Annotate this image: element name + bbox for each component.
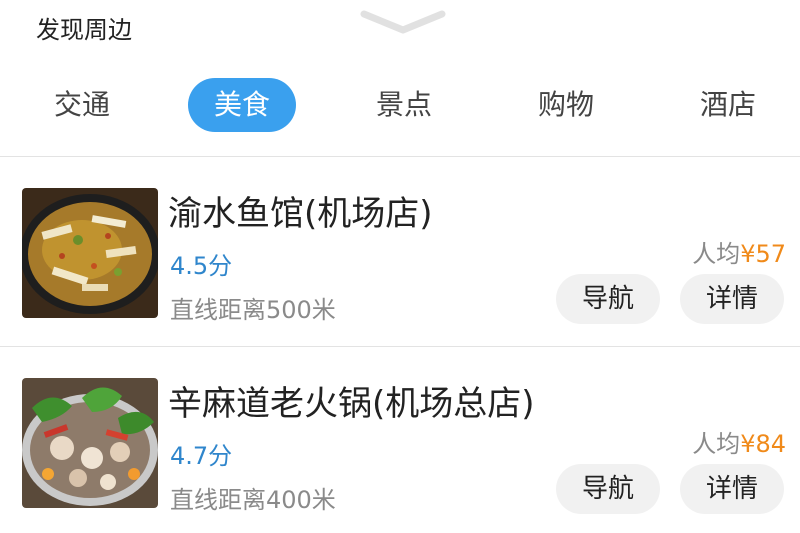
list-item[interactable]: 辛麻道老火锅(机场总店) 4.7分 直线距离400米 人均¥84 导航 详情 bbox=[0, 364, 800, 524]
collapse-chevron-icon[interactable] bbox=[360, 10, 446, 34]
restaurant-distance: 直线距离400米 bbox=[170, 486, 336, 514]
nearby-panel: 发现周边 交通 美食 景点 购物 酒店 渝水鱼馆(机场店) 4.5分 直线距离5… bbox=[0, 0, 800, 533]
navigate-button[interactable]: 导航 bbox=[556, 464, 660, 514]
restaurant-rating: 4.5分 bbox=[170, 252, 233, 280]
restaurant-name[interactable]: 渝水鱼馆(机场店) bbox=[168, 192, 433, 236]
list-divider bbox=[0, 346, 800, 347]
tab-shopping[interactable]: 购物 bbox=[518, 78, 614, 132]
restaurant-distance: 直线距离500米 bbox=[170, 296, 336, 324]
restaurant-rating: 4.7分 bbox=[170, 442, 233, 470]
restaurant-price: 人均¥57 bbox=[692, 238, 786, 270]
panel-title: 发现周边 bbox=[36, 16, 132, 44]
navigate-button[interactable]: 导航 bbox=[556, 274, 660, 324]
price-amount: ¥57 bbox=[740, 240, 786, 268]
restaurant-name[interactable]: 辛麻道老火锅(机场总店) bbox=[168, 382, 535, 426]
tab-scenic[interactable]: 景点 bbox=[356, 78, 452, 132]
price-label: 人均 bbox=[692, 430, 741, 458]
tab-hotel[interactable]: 酒店 bbox=[680, 78, 776, 132]
tab-traffic[interactable]: 交通 bbox=[34, 78, 130, 132]
restaurant-photo-fish-pot bbox=[22, 188, 158, 318]
tab-food[interactable]: 美食 bbox=[188, 78, 296, 132]
tabs-divider bbox=[0, 156, 800, 157]
category-tabs: 交通 美食 景点 购物 酒店 bbox=[0, 78, 800, 134]
details-button[interactable]: 详情 bbox=[680, 274, 784, 324]
price-label: 人均 bbox=[692, 240, 741, 268]
restaurant-price: 人均¥84 bbox=[692, 428, 786, 460]
details-button[interactable]: 详情 bbox=[680, 464, 784, 514]
list-item[interactable]: 渝水鱼馆(机场店) 4.5分 直线距离500米 人均¥57 导航 详情 bbox=[0, 174, 800, 334]
restaurant-photo-hotpot bbox=[22, 378, 158, 508]
price-amount: ¥84 bbox=[740, 430, 786, 458]
